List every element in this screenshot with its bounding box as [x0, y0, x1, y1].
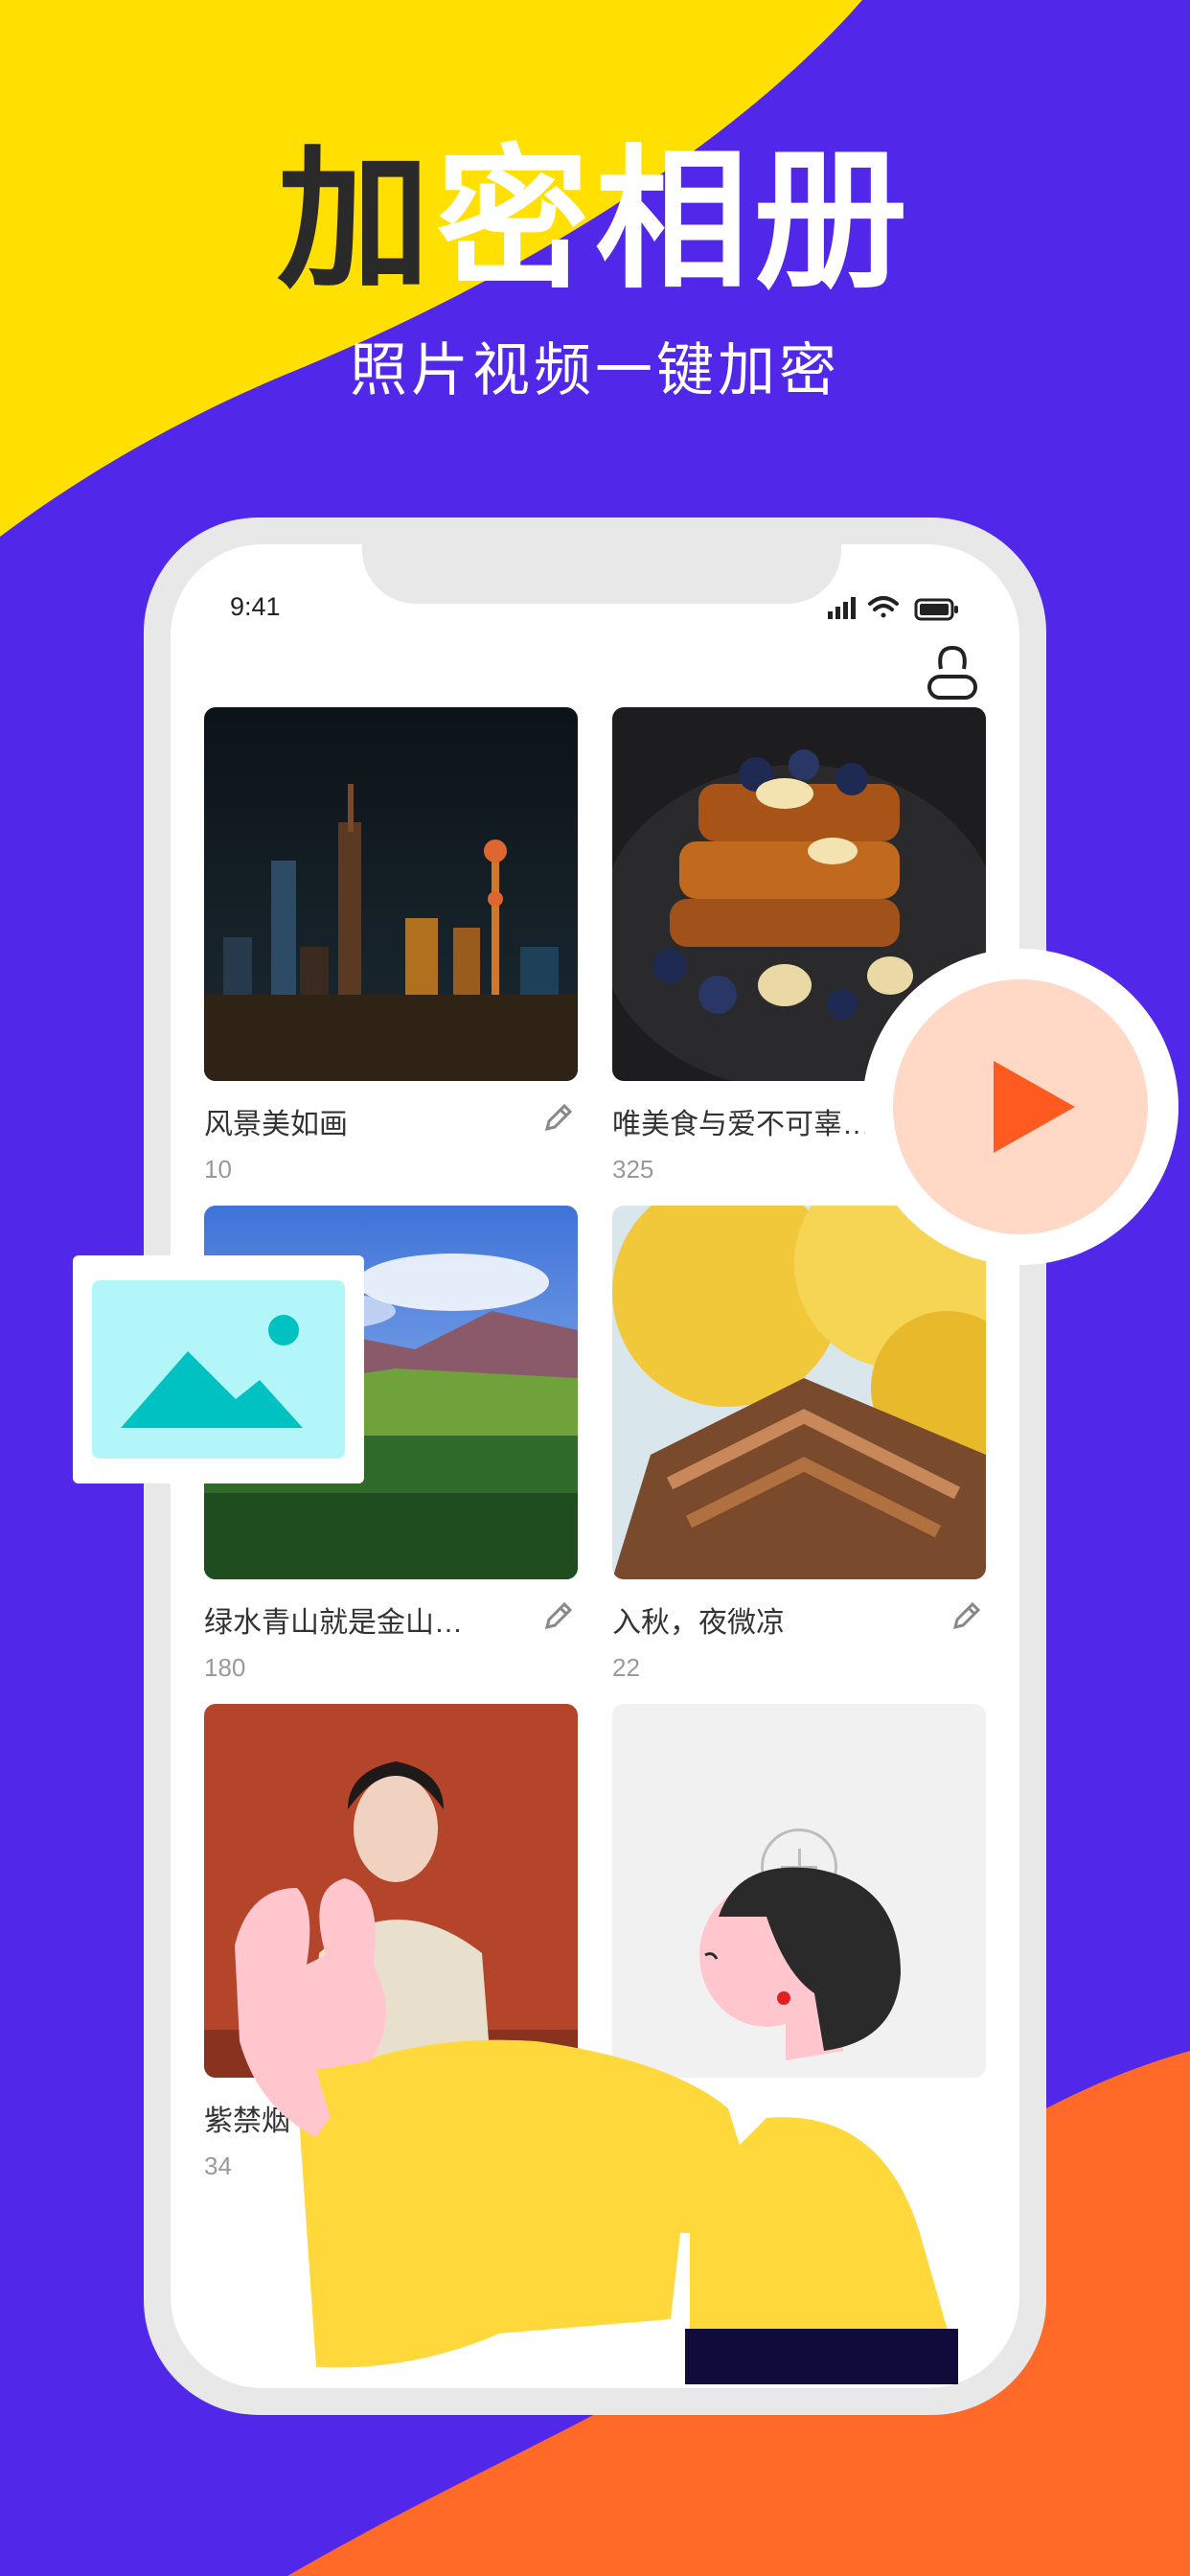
album-count: 180	[204, 1653, 246, 1682]
album-name: 风景美如画	[204, 1109, 348, 1140]
album-count: 325	[612, 1155, 654, 1184]
album-count: 10	[204, 1155, 232, 1184]
signal-icon	[828, 597, 856, 619]
edit-icon[interactable]	[539, 2095, 578, 2133]
promo-title-part2: 密相册	[436, 134, 914, 306]
battery-icon	[914, 598, 958, 621]
album-thumbnail-city-night[interactable]	[204, 707, 578, 1081]
album-name: 紫禁烟	[204, 2105, 290, 2137]
video-badge-inner	[893, 979, 1148, 1234]
status-icons	[828, 596, 958, 621]
play-icon	[994, 1061, 1075, 1153]
album-card[interactable]: 风景美如画 10	[204, 707, 578, 1184]
phone-notch	[362, 544, 841, 604]
profile-icon[interactable]	[924, 640, 981, 707]
promo-title-part1: 加	[276, 134, 436, 306]
album-card[interactable]: 紫禁烟 34	[204, 1704, 578, 2180]
status-time: 9:41	[230, 592, 281, 621]
edit-icon[interactable]	[539, 1098, 578, 1137]
album-thumbnail-portrait[interactable]	[204, 1704, 578, 2078]
album-name: 唯美食与爱不可辜…	[612, 1109, 871, 1140]
promo-subtitle: 照片视频一键加密	[350, 338, 840, 402]
image-icon	[92, 1280, 345, 1459]
album-count: 34	[204, 2151, 232, 2180]
video-badge	[862, 949, 1179, 1265]
edit-icon[interactable]	[539, 1597, 578, 1635]
album-name: 入秋，夜微凉	[612, 1607, 785, 1639]
album-thumbnail-autumn-roof[interactable]	[612, 1206, 986, 1579]
promo-title: 加密相册	[0, 144, 1190, 297]
album-count: 22	[612, 1653, 640, 1682]
edit-icon[interactable]	[948, 1597, 986, 1635]
wifi-icon	[868, 596, 899, 618]
add-album-icon	[761, 1828, 837, 1905]
album-name: 绿水青山就是金山…	[204, 1607, 463, 1639]
photo-badge	[73, 1255, 364, 1484]
album-card[interactable]: 入秋，夜微凉 22	[612, 1206, 986, 1682]
add-album-button[interactable]	[612, 1704, 986, 2078]
